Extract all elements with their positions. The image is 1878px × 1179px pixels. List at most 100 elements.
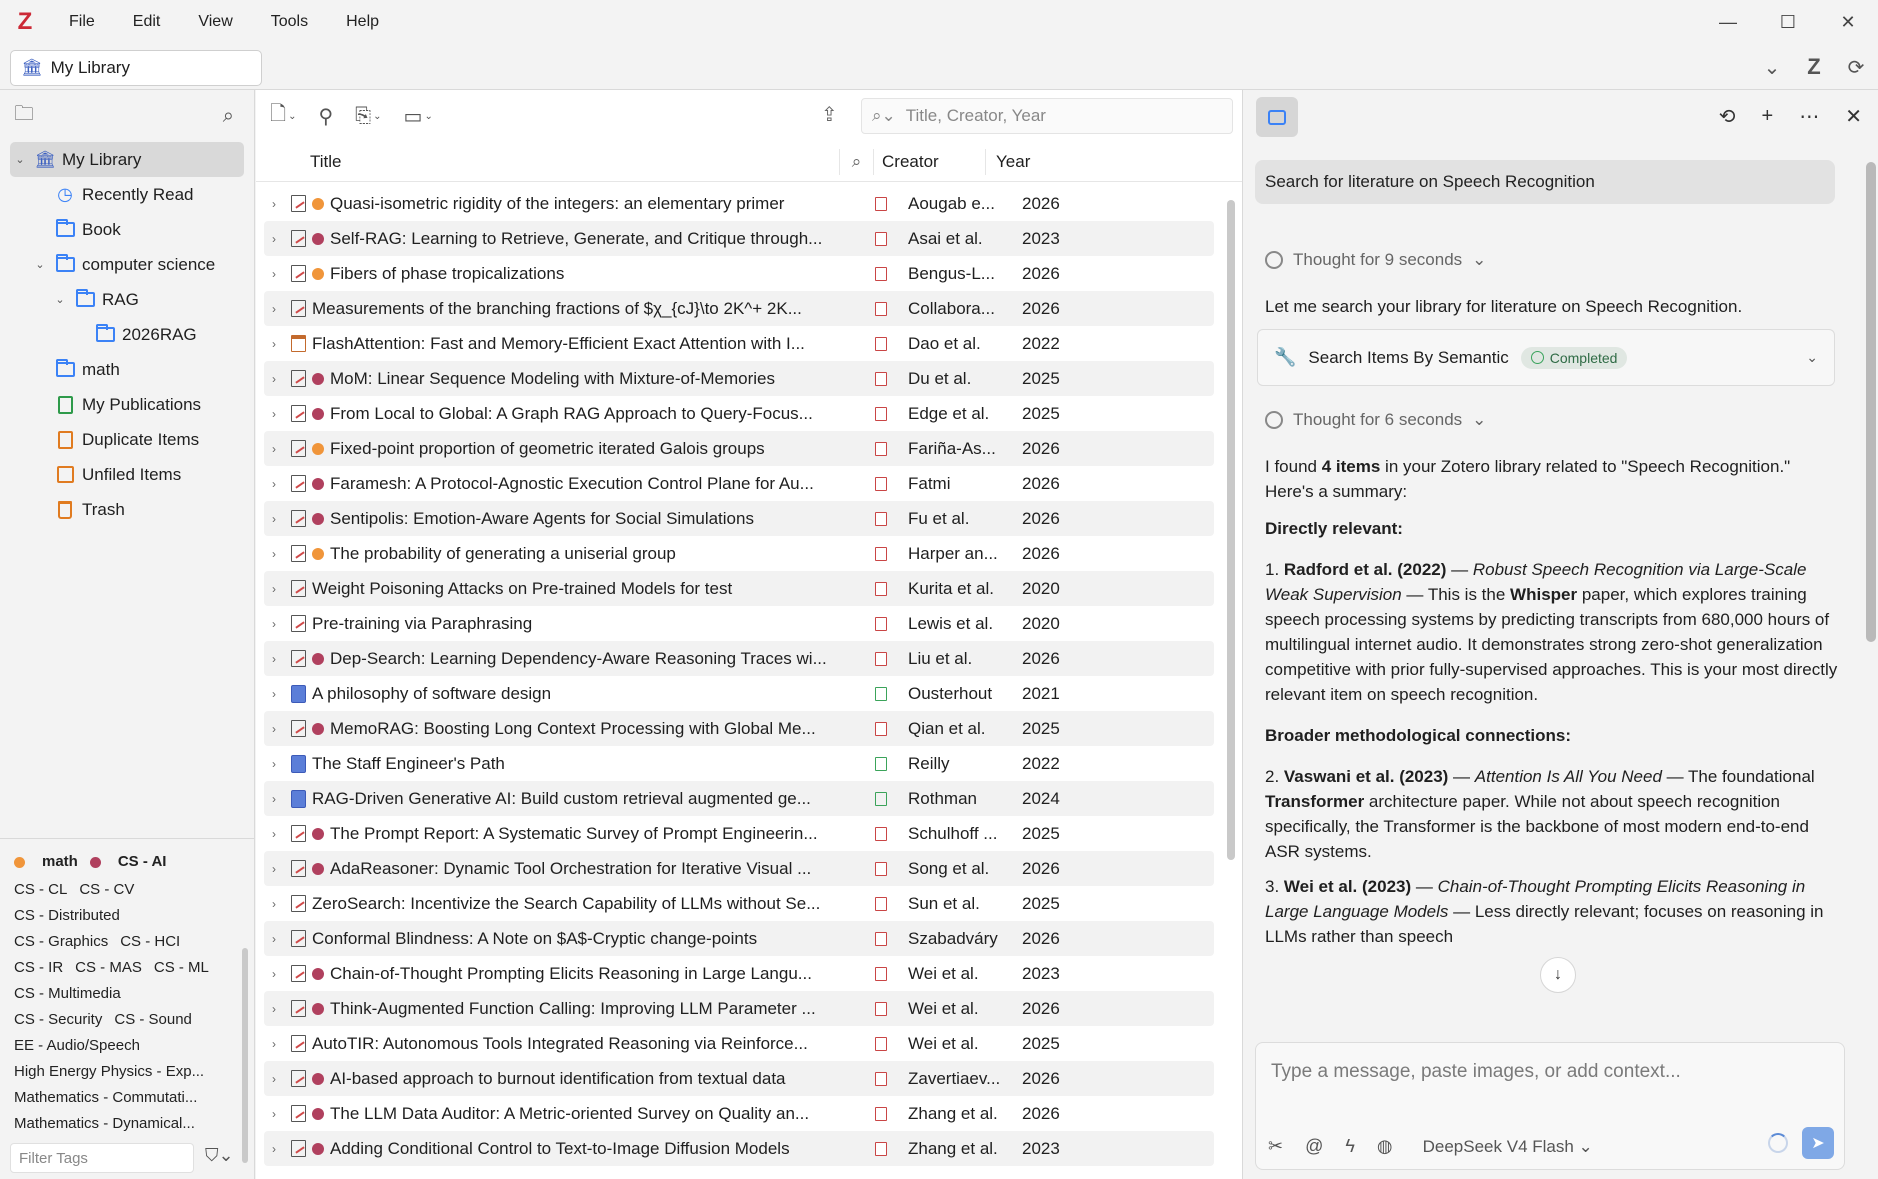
chevron-right-icon[interactable]: › xyxy=(264,337,284,351)
globe-icon[interactable]: ◍ xyxy=(1377,1136,1393,1157)
chevron-right-icon[interactable]: › xyxy=(264,1072,284,1086)
tag[interactable]: CS - CL xyxy=(14,881,67,898)
table-row[interactable]: › Think-Augmented Function Calling: Impro… xyxy=(264,991,1214,1026)
chevron-right-icon[interactable]: › xyxy=(264,477,284,491)
chevron-right-icon[interactable]: › xyxy=(264,1107,284,1121)
tag[interactable]: CS - Distributed xyxy=(14,907,120,924)
pdf-attachment-icon[interactable] xyxy=(864,336,898,351)
new-item-icon[interactable]: 🗋 ⌄ xyxy=(270,99,296,133)
collection-item[interactable]: 2026RAG xyxy=(0,317,254,352)
column-title[interactable]: Title xyxy=(256,148,840,175)
tag[interactable]: CS - CV xyxy=(79,881,134,898)
tag[interactable]: Mathematics - Dynamical... xyxy=(14,1115,195,1132)
tag[interactable]: CS - HCI xyxy=(120,933,180,950)
chevron-right-icon[interactable]: › xyxy=(264,617,284,631)
tag[interactable]: CS - Sound xyxy=(114,1011,192,1028)
pdf-attachment-icon[interactable] xyxy=(864,441,898,456)
tag[interactable]: CS - Graphics xyxy=(14,933,108,950)
tag[interactable]: CS - MAS xyxy=(75,959,142,976)
send-button[interactable]: ➤ xyxy=(1802,1127,1834,1159)
more-icon[interactable]: ⋯ xyxy=(1799,104,1819,129)
table-row[interactable]: › Pre-training via Paraphrasing Lewis et a… xyxy=(264,606,1214,641)
pdf-attachment-icon[interactable] xyxy=(864,721,898,736)
message-composer[interactable]: Type a message, paste images, or add con… xyxy=(1255,1042,1845,1170)
chevron-right-icon[interactable]: › xyxy=(264,792,284,806)
chevron-right-icon[interactable]: › xyxy=(264,1037,284,1051)
table-row[interactable]: › FlashAttention: Fast and Memory-Efficie… xyxy=(264,326,1214,361)
chevron-right-icon[interactable]: › xyxy=(264,827,284,841)
tag[interactable]: EE - Audio/Speech xyxy=(14,1037,140,1054)
menu-edit[interactable]: Edit xyxy=(114,13,180,31)
pdf-attachment-icon[interactable] xyxy=(864,371,898,386)
table-row[interactable]: › AdaReasoner: Dynamic Tool Orchestration… xyxy=(264,851,1214,886)
item-search-input[interactable]: ⌕⌄ Title, Creator, Year xyxy=(861,98,1233,134)
collection-item[interactable]: Book xyxy=(0,212,254,247)
menu-help[interactable]: Help xyxy=(327,13,398,31)
new-collection-icon[interactable]: 🗀 xyxy=(14,99,34,133)
twisty-icon[interactable]: ⌄ xyxy=(52,293,68,306)
minimize-button[interactable]: — xyxy=(1698,0,1758,44)
twisty-icon[interactable]: ⌄ xyxy=(12,153,28,166)
chevron-right-icon[interactable]: › xyxy=(264,442,284,456)
thought-block-1[interactable]: Thought for 9 seconds ⌄ xyxy=(1255,246,1853,274)
sync-icon[interactable]: ⟳ xyxy=(1842,55,1870,80)
scissors-icon[interactable]: ✂ xyxy=(1268,1136,1283,1157)
pdf-attachment-icon[interactable] xyxy=(864,651,898,666)
table-row[interactable]: › Faramesh: A Protocol-Agnostic Execution… xyxy=(264,466,1214,501)
colored-tag[interactable]: CS - AI xyxy=(89,849,166,875)
chevron-right-icon[interactable]: › xyxy=(264,407,284,421)
collection-item[interactable]: Duplicate Items xyxy=(0,422,254,457)
column-year[interactable]: Year xyxy=(986,152,1030,172)
collection-item[interactable]: ⌄ RAG xyxy=(0,282,254,317)
chevron-right-icon[interactable]: › xyxy=(264,232,284,246)
chevron-right-icon[interactable]: › xyxy=(264,652,284,666)
pdf-attachment-icon[interactable] xyxy=(864,266,898,281)
table-row[interactable]: › Chain-of-Thought Prompting Elicits Reas… xyxy=(264,956,1214,991)
pdf-attachment-icon[interactable] xyxy=(864,826,898,841)
zotero-sidebar-icon[interactable]: Z xyxy=(1800,54,1828,80)
table-row[interactable]: › AI-based approach to burnout identifica… xyxy=(264,1061,1214,1096)
chevron-right-icon[interactable]: › xyxy=(264,687,284,701)
table-row[interactable]: › ZeroSearch: Incentivize the Search Capa… xyxy=(264,886,1214,921)
filter-tags-input[interactable]: Filter Tags xyxy=(10,1143,194,1173)
table-row[interactable]: › The LLM Data Auditor: A Metric-oriented… xyxy=(264,1096,1214,1131)
chevron-right-icon[interactable]: › xyxy=(264,897,284,911)
table-row[interactable]: › AutoTIR: Autonomous Tools Integrated Re… xyxy=(264,1026,1214,1061)
table-row[interactable]: › MoM: Linear Sequence Modeling with Mixt… xyxy=(264,361,1214,396)
menu-tools[interactable]: Tools xyxy=(252,13,327,31)
table-row[interactable]: › Adding Conditional Control to Text-to-I… xyxy=(264,1131,1214,1166)
menu-view[interactable]: View xyxy=(179,13,251,31)
pdf-attachment-icon[interactable] xyxy=(864,1036,898,1051)
chevron-right-icon[interactable]: › xyxy=(264,582,284,596)
table-row[interactable]: › Dep-Search: Learning Dependency-Aware R… xyxy=(264,641,1214,676)
collection-item[interactable]: ◷ Recently Read xyxy=(0,177,254,212)
pdf-attachment-icon[interactable] xyxy=(864,581,898,596)
chevron-right-icon[interactable]: › xyxy=(264,757,284,771)
table-row[interactable]: › Self-RAG: Learning to Retrieve, Generat… xyxy=(264,221,1214,256)
colored-tag[interactable]: math xyxy=(14,849,78,875)
tag-scrollbar[interactable] xyxy=(242,948,248,1163)
close-window-button[interactable]: ✕ xyxy=(1818,0,1878,44)
add-attachment-icon[interactable]: ⎘ ⌄ xyxy=(355,105,381,128)
table-row[interactable]: › Measurements of the branching fractions… xyxy=(264,291,1214,326)
collection-item[interactable]: math xyxy=(0,352,254,387)
tag[interactable]: High Energy Physics - Exp... xyxy=(14,1063,204,1080)
table-row[interactable]: › Sentipolis: Emotion-Aware Agents for So… xyxy=(264,501,1214,536)
table-row[interactable]: › MemoRAG: Boosting Long Context Processi… xyxy=(264,711,1214,746)
attachment-column-icon[interactable]: ⌕ xyxy=(840,148,874,175)
table-row[interactable]: › Quasi-isometric rigidity of the integer… xyxy=(264,186,1214,221)
lightning-icon[interactable]: ϟ xyxy=(1345,1136,1355,1157)
table-row[interactable]: › The Prompt Report: A Systematic Survey … xyxy=(264,816,1214,851)
chevron-right-icon[interactable]: › xyxy=(264,1142,284,1156)
epub-attachment-icon[interactable] xyxy=(864,791,898,806)
close-icon[interactable]: ✕ xyxy=(1845,104,1862,129)
plus-icon[interactable]: + xyxy=(1762,105,1774,128)
search-icon[interactable]: ⌕ xyxy=(223,105,234,128)
collection-item[interactable]: ⌄ 🏛 My Library xyxy=(10,142,244,177)
pdf-attachment-icon[interactable] xyxy=(864,546,898,561)
collection-item[interactable]: Trash xyxy=(0,492,254,527)
library-selector[interactable]: 🏛 My Library xyxy=(10,50,262,86)
history-icon[interactable]: ⟲ xyxy=(1719,104,1736,129)
table-row[interactable]: › Fibers of phase tropicalizations Bengus-… xyxy=(264,256,1214,291)
pdf-attachment-icon[interactable] xyxy=(864,861,898,876)
